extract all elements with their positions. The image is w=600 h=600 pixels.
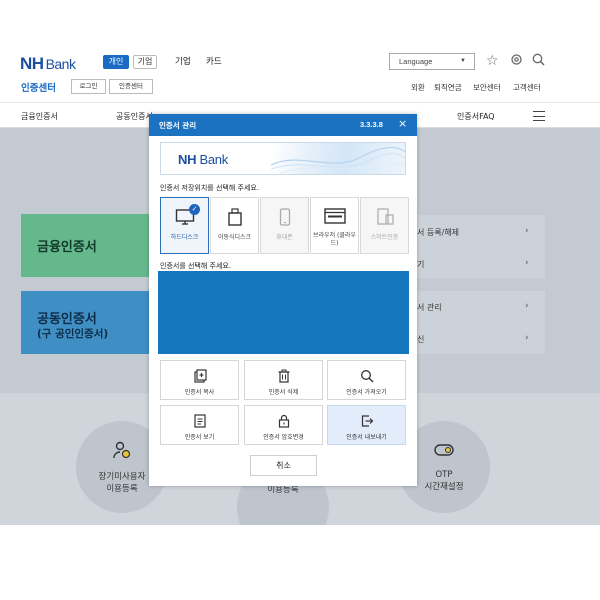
banner-logo-nh: NH — [178, 152, 197, 167]
right-item-4[interactable]: 신 — [417, 334, 424, 345]
delete-cert-label: 인증서 삭제 — [268, 389, 299, 396]
right-menu-box-1: 서 등록/해제 › 기 › — [417, 215, 545, 278]
view-cert-label: 인증서 보기 — [184, 434, 215, 441]
cert-list[interactable] — [158, 271, 409, 354]
chevron-right-icon: › — [525, 301, 529, 311]
device-smart-cert-label: 스마트인증 — [370, 234, 399, 241]
util-security[interactable]: 보안센터 — [473, 82, 501, 93]
export-cert-button[interactable]: 인증서 내보내기 — [327, 405, 406, 445]
device-browser-cloud-label: 브라우저 (클라우드) — [313, 232, 356, 247]
import-cert-button[interactable]: 인증서 가져오기 — [327, 360, 406, 400]
menu-joint-cert[interactable]: 공동인증서 — [116, 111, 153, 122]
dialog-header: 인증서 관리 3.3.3.8 × — [149, 114, 417, 136]
right-item-manage[interactable]: 서 관리 — [417, 302, 442, 313]
util-customer[interactable]: 고객센터 — [513, 82, 541, 93]
otp-icon — [434, 443, 454, 461]
smart-cert-icon — [361, 208, 408, 230]
chevron-right-icon: › — [525, 333, 529, 343]
device-browser-cloud[interactable]: 브라우저 (클라우드) — [310, 197, 359, 254]
segment-corporate[interactable]: 기업 — [133, 55, 157, 69]
tile-financial-cert[interactable]: 금융인증서 — [21, 214, 155, 277]
banner-logo: NH Bank — [178, 152, 228, 167]
cert-center-title[interactable]: 인증센터 — [21, 80, 56, 94]
login-button[interactable]: 로그인 — [71, 79, 106, 94]
cancel-button[interactable]: 취소 — [250, 455, 317, 476]
right-menu-box-2: 서 관리 › 신 › — [417, 291, 545, 354]
dialog-title: 인증서 관리 — [159, 121, 197, 130]
export-icon — [328, 413, 405, 432]
language-label: Language — [399, 57, 433, 66]
logo-nh: NH — [20, 54, 44, 73]
change-password-button[interactable]: 인증서 암호변경 — [244, 405, 323, 445]
nh-bank-logo[interactable]: NH Bank — [20, 54, 76, 74]
copy-cert-label: 인증서 복사 — [184, 389, 215, 396]
search-icon — [328, 368, 405, 387]
dialog-version: 3.3.3.8 — [360, 120, 383, 129]
monitor-icon — [161, 208, 208, 230]
page: NH Bank 개인 기업 기업 카드 Language ▼ ☆ 인증센터 로그인 … — [0, 0, 600, 600]
chevron-right-icon: › — [525, 258, 529, 268]
language-select[interactable]: Language ▼ — [389, 53, 475, 70]
select-cert-label: 인증서를 선택해 주세요. — [160, 262, 232, 270]
selected-check-icon: ✓ — [189, 204, 200, 215]
device-phone-label: 휴대폰 — [276, 234, 293, 241]
banner-wave-graphic — [271, 146, 405, 174]
device-smart-cert[interactable]: 스마트인증 — [360, 197, 409, 254]
tile-joint-cert-label: 공동인증서 — [37, 312, 97, 327]
nav-card[interactable]: 카드 — [206, 55, 222, 67]
copy-icon — [161, 368, 238, 387]
delete-cert-button[interactable]: 인증서 삭제 — [244, 360, 323, 400]
view-cert-button[interactable]: 인증서 보기 — [160, 405, 239, 445]
hamburger-menu-icon[interactable] — [533, 111, 545, 121]
user-lock-icon — [112, 441, 132, 463]
export-cert-label: 인증서 내보내기 — [346, 434, 387, 441]
caret-down-icon: ▼ — [460, 58, 466, 64]
menu-financial-cert[interactable]: 금융인증서 — [21, 111, 58, 122]
usb-icon — [211, 208, 258, 230]
document-icon — [161, 413, 238, 432]
tile-joint-cert-sub: (구 공인인증서) — [37, 328, 109, 340]
import-cert-label: 인증서 가져오기 — [346, 389, 387, 396]
gear-icon[interactable] — [510, 53, 523, 70]
lock-icon — [245, 413, 322, 432]
right-item-2[interactable]: 기 — [417, 259, 424, 270]
device-hard-disk[interactable]: ✓ 하드디스크 — [160, 197, 209, 254]
tile-financial-cert-label: 금융인증서 — [37, 240, 97, 255]
logo-bank: Bank — [45, 56, 76, 72]
copy-cert-button[interactable]: 인증서 복사 — [160, 360, 239, 400]
browser-icon — [311, 208, 358, 228]
util-pension[interactable]: 퇴직연금 — [434, 82, 462, 93]
banner-logo-bank: Bank — [199, 152, 229, 167]
device-removable-disk[interactable]: 이동식디스크 — [210, 197, 259, 254]
change-password-label: 인증서 암호변경 — [263, 434, 304, 441]
nav-corporate[interactable]: 기업 — [175, 55, 191, 67]
storage-location-label: 인증서 저장위치를 선택해 주세요. — [160, 184, 260, 192]
search-icon[interactable] — [532, 53, 545, 70]
phone-icon — [261, 208, 308, 230]
close-icon[interactable]: × — [398, 117, 407, 130]
util-fx[interactable]: 외환 — [411, 82, 425, 93]
right-item-register[interactable]: 서 등록/해제 — [417, 227, 459, 238]
trash-icon — [245, 368, 322, 387]
device-hard-disk-label: 하드디스크 — [170, 234, 199, 241]
device-phone[interactable]: 휴대폰 — [260, 197, 309, 254]
segment-personal[interactable]: 개인 — [103, 55, 129, 69]
cert-manager-dialog: 인증서 관리 3.3.3.8 × NH Bank 인증서 저장위치를 선택해 주… — [149, 114, 417, 486]
cert-center-button[interactable]: 인증센터 — [109, 79, 153, 94]
menu-cert-faq[interactable]: 인증서FAQ — [457, 111, 495, 122]
nh-bank-banner: NH Bank — [160, 142, 406, 175]
device-removable-disk-label: 이동식디스크 — [217, 234, 252, 241]
star-icon[interactable]: ☆ — [486, 53, 499, 69]
tile-joint-cert[interactable]: 공동인증서 (구 공인인증서) — [21, 291, 155, 354]
chevron-right-icon: › — [525, 226, 529, 236]
